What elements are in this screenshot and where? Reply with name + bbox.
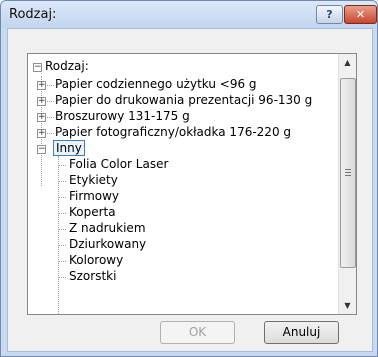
tree-line	[59, 213, 66, 214]
tree-line	[58, 156, 59, 314]
grip-line	[345, 169, 351, 170]
cancel-button[interactable]: Anuluj	[264, 321, 339, 344]
tree-child[interactable]: Firmowy	[69, 188, 119, 204]
tree-child[interactable]: Kolorowy	[69, 252, 123, 268]
tree-line	[47, 133, 54, 134]
tree-line	[47, 85, 54, 86]
tree-child[interactable]: Z nadrukiem	[69, 220, 146, 236]
dialog-window: Rodzaj: ? ✕ − Rodzaj: + Papier codzienne…	[0, 0, 378, 357]
tree-line	[59, 245, 66, 246]
tree-item[interactable]: Papier codziennego użytku <96 g	[55, 76, 257, 92]
close-button[interactable]: ✕	[344, 5, 377, 24]
dialog-title: Rodzaj:	[9, 7, 57, 22]
tree-child[interactable]: Szorstki	[69, 268, 116, 284]
expand-icon[interactable]: +	[37, 129, 46, 138]
scroll-down-icon[interactable]: ▼	[339, 297, 356, 314]
tree-item[interactable]: Papier do drukowania prezentacji 96-130 …	[55, 92, 312, 108]
tree-line	[47, 101, 54, 102]
tree-line	[59, 229, 66, 230]
tree-child[interactable]: Koperta	[69, 204, 116, 220]
tree-child[interactable]: Dziurkowany	[69, 236, 146, 252]
tree-child[interactable]: Folia Color Laser	[69, 156, 168, 172]
tree-content: − Rodzaj: + Papier codziennego użytku <9…	[28, 54, 338, 314]
collapse-icon[interactable]: −	[37, 145, 46, 154]
expand-icon[interactable]: +	[37, 81, 46, 90]
help-button[interactable]: ?	[316, 5, 343, 24]
expand-icon[interactable]: +	[37, 97, 46, 106]
scroll-thumb[interactable]	[340, 78, 356, 268]
tree-line	[59, 277, 66, 278]
collapse-icon[interactable]: −	[33, 63, 42, 72]
tree-line	[59, 165, 66, 166]
grip-line	[345, 172, 351, 173]
tree-line	[59, 197, 66, 198]
dialog-body: − Rodzaj: + Papier codziennego użytku <9…	[7, 28, 373, 352]
tree-line	[59, 261, 66, 262]
tree-line	[59, 181, 66, 182]
tree-line	[47, 117, 54, 118]
vertical-scrollbar[interactable]: ▲ ▼	[338, 54, 356, 314]
type-tree[interactable]: − Rodzaj: + Papier codziennego użytku <9…	[27, 53, 357, 315]
expand-icon[interactable]: +	[37, 113, 46, 122]
tree-item[interactable]: Broszurowy 131-175 g	[55, 108, 190, 124]
tree-item[interactable]: Papier fotograficzny/okładka 176-220 g	[55, 124, 291, 140]
tree-item-selected[interactable]: Inny	[53, 140, 85, 156]
tree-root-label[interactable]: Rodzaj:	[45, 58, 89, 74]
tree-child[interactable]: Etykiety	[69, 172, 118, 188]
grip-line	[345, 175, 351, 176]
title-bar: Rodzaj: ? ✕	[1, 1, 377, 28]
ok-button[interactable]: OK	[160, 321, 235, 344]
scroll-up-icon[interactable]: ▲	[339, 54, 356, 71]
